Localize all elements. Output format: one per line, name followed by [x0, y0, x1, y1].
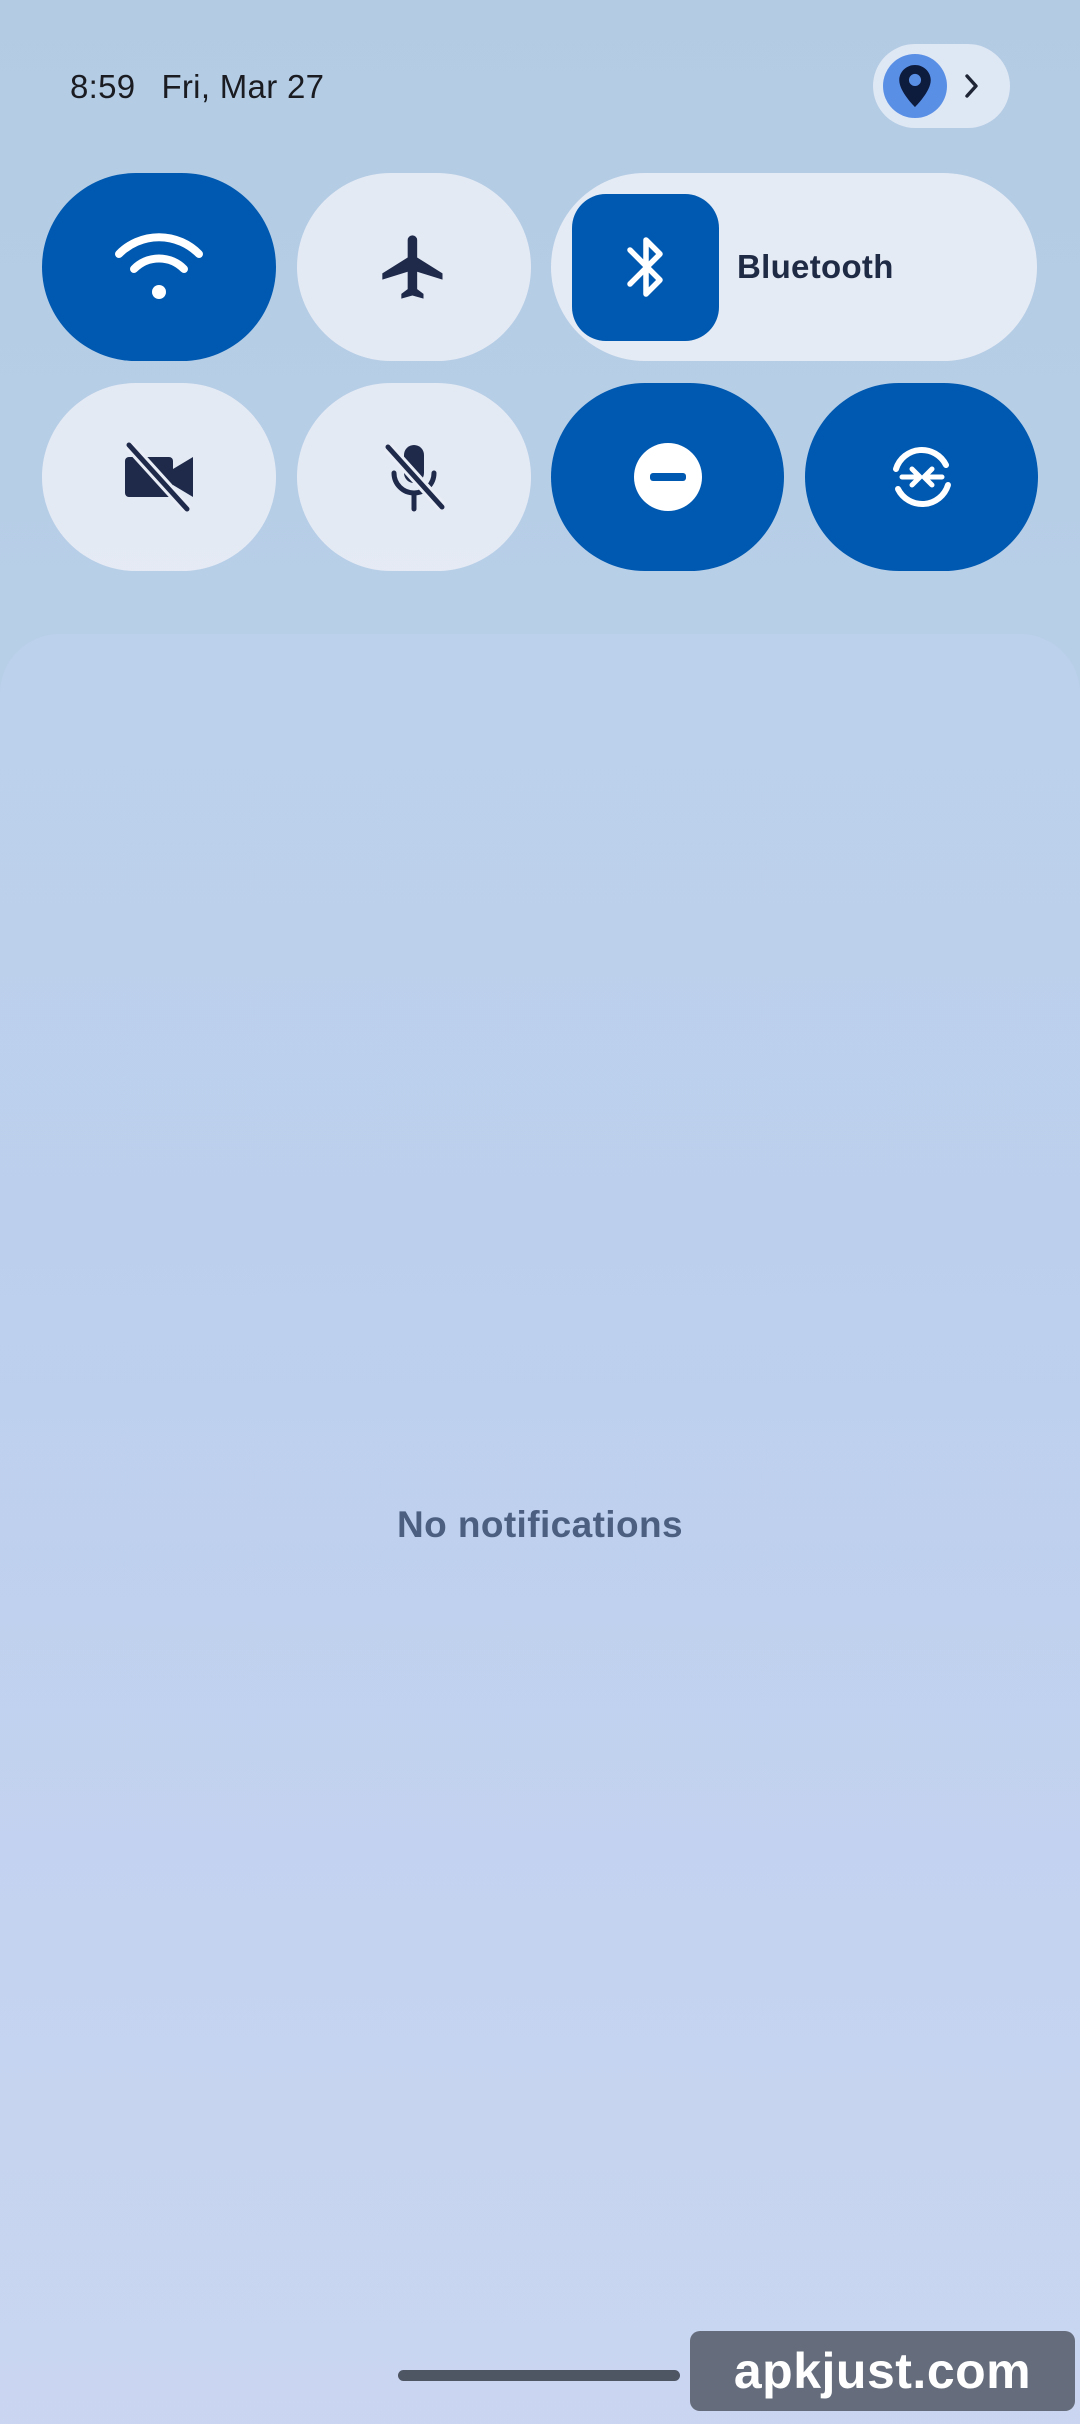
chevron-right-icon	[963, 73, 981, 99]
bluetooth-icon	[626, 237, 663, 297]
sync-icon	[892, 446, 951, 508]
do-not-disturb-tile[interactable]	[551, 383, 784, 571]
watermark: apkjust.com	[690, 2331, 1075, 2411]
data-saver-tile[interactable]	[805, 383, 1038, 571]
camera-access-tile[interactable]	[42, 383, 276, 571]
microphone-access-tile[interactable]	[297, 383, 531, 571]
empty-notifications-text: No notifications	[397, 1504, 683, 1545]
clock: 8:59	[70, 68, 136, 105]
date: Fri, Mar 27	[161, 68, 325, 105]
airplane-icon	[382, 235, 443, 299]
bluetooth-toggle[interactable]	[572, 193, 719, 341]
location-indicator	[883, 54, 947, 118]
status-row: 8:59 Fri, Mar 27	[70, 62, 324, 112]
camera-off-icon	[124, 441, 193, 513]
location-privacy-chip[interactable]	[873, 44, 1010, 128]
wifi-tile[interactable]	[42, 173, 276, 361]
location-pin-icon	[899, 65, 931, 107]
home-gesture-bar[interactable]	[398, 2370, 680, 2381]
airplane-mode-tile[interactable]	[297, 173, 531, 361]
bluetooth-tile[interactable]: Bluetooth	[551, 173, 1037, 361]
mic-off-icon	[383, 443, 447, 512]
wifi-icon	[115, 233, 203, 299]
do-not-disturb-icon	[633, 443, 702, 511]
bluetooth-label: Bluetooth	[737, 248, 894, 285]
